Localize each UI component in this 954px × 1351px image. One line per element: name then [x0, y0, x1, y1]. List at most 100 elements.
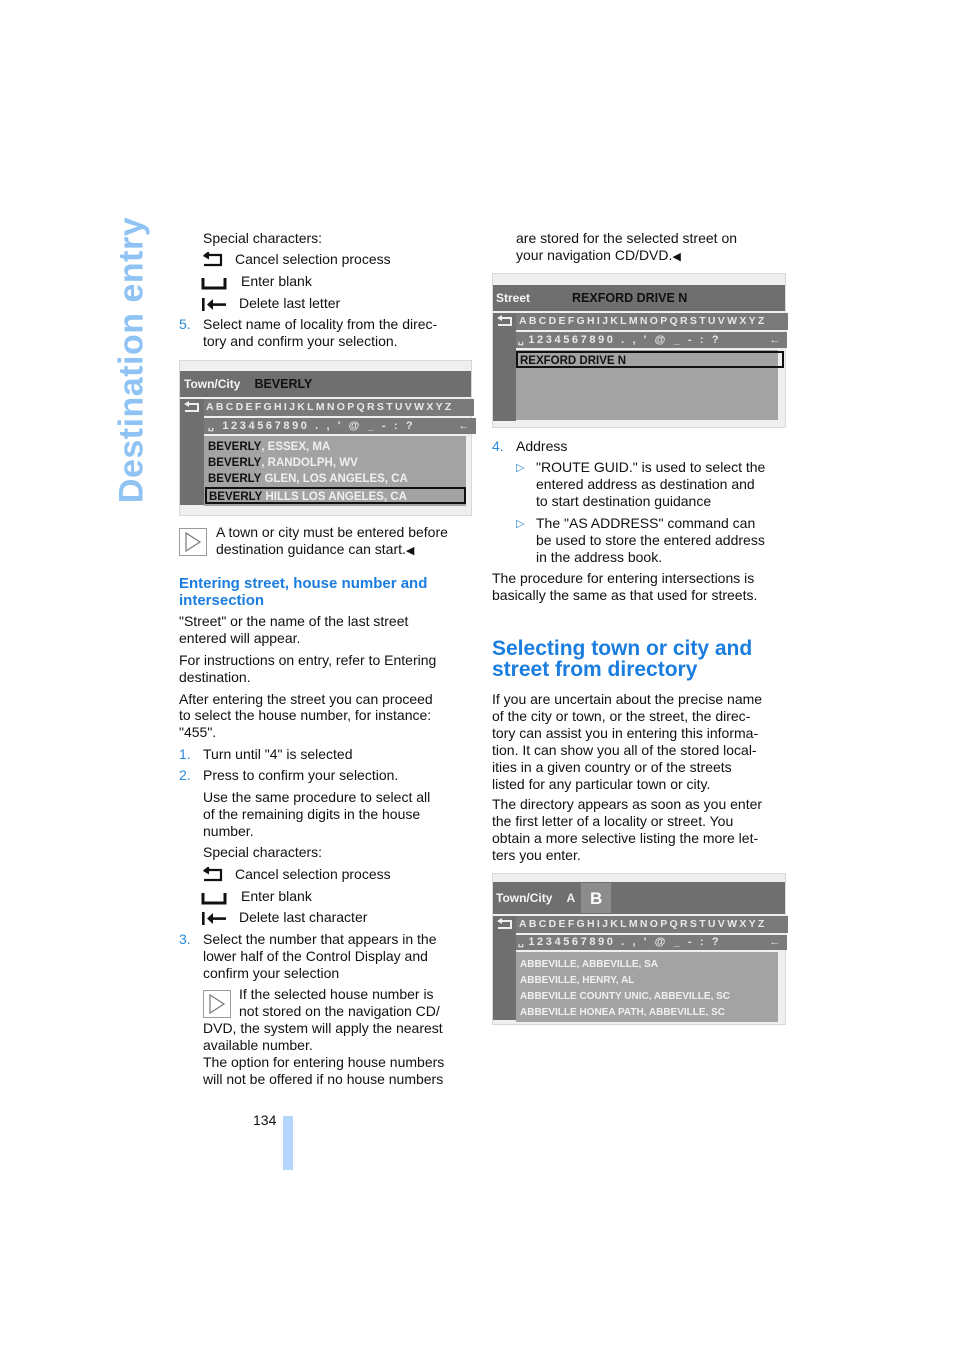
step-number: 4.: [492, 438, 504, 454]
blank-space-icon: ␣: [208, 420, 217, 431]
step-2-detail-line1: Use the same procedure to select all: [203, 789, 431, 805]
cancel-return-icon: [203, 866, 223, 881]
note-2-line3: DVD, the system will apply the nearest: [203, 1020, 443, 1036]
screen-numbers-row: ␣ 1234567890 . , ' @ _ - : ? ←: [204, 418, 476, 434]
note-2-line4: available number.: [203, 1037, 313, 1053]
text-line: listed for any particular town or city.: [492, 776, 711, 792]
delete-arrow-icon: ←: [458, 419, 472, 432]
step-2-detail-line3: number.: [203, 823, 254, 839]
special-char-delete: Delete last letter: [201, 295, 340, 312]
note-2-line6: will not be offered if no house numbers: [203, 1071, 444, 1087]
special-char-blank: Enter blank: [201, 273, 312, 290]
screen-header-label: Town/City: [184, 376, 241, 391]
intersections-line1: The procedure for entering intersections…: [492, 570, 755, 586]
special-char-label: Enter blank: [241, 888, 312, 904]
screenshot-town-city-list: Town/City BEVERLY ABCDEFGHIJKLMNOPQRSTUV…: [179, 360, 476, 516]
note-2-line1: If the selected house number is: [239, 986, 434, 1002]
list-item: ABBEVILLE, ABBEVILLE, SA: [520, 959, 658, 970]
special-char-label: Delete last character: [239, 909, 368, 925]
screen-letters-row: ABCDEFGHIJKLMNOPQRSTUVWXYZ: [204, 399, 474, 416]
delete-arrow-icon: ←: [769, 936, 783, 948]
continued-line1: are stored for the selected street on: [516, 230, 738, 246]
list-item: ABBEVILLE COUNTY UNIC, ABBEVILLE, SC: [520, 991, 731, 1002]
para-3-line2: to select the house number, for instance…: [179, 707, 432, 723]
directory-paragraph-b: The directory appears as soon as you ent…: [492, 796, 762, 864]
play-triangle-icon: [209, 994, 226, 1014]
return-icon: [497, 315, 512, 326]
blank-space-icon: ␣: [518, 334, 527, 345]
screen-header-value: REXFORD DRIVE N: [572, 290, 688, 305]
text-line: of the city or town, or the street, the …: [492, 708, 751, 724]
section-title-line2: street from directory: [492, 658, 698, 681]
special-char-label: Enter blank: [241, 273, 312, 289]
text-line: If you are uncertain about the precise n…: [492, 691, 763, 707]
para-1-line2: entered will appear.: [179, 630, 301, 646]
step-5-line1: Select name of locality from the direc-: [203, 316, 438, 332]
bullet-triangle-icon: ▷: [516, 518, 525, 530]
list-item-selected: REXFORD DRIVE N: [516, 351, 784, 368]
end-mark-icon: ◀: [672, 251, 681, 263]
list-item: BEVERLY, ESSEX, MA: [208, 441, 331, 453]
step-5-line2: tory and confirm your selection.: [203, 333, 398, 349]
chapter-title-text: Destination entry: [112, 216, 151, 503]
para-3-line1: After entering the street you can procee…: [179, 691, 433, 707]
step-2-detail-line2: of the remaining digits in the house: [203, 806, 421, 822]
screen-header-value: A: [566, 890, 576, 905]
numbers-text: 1234567890 . , ' @ _ - : ?: [528, 936, 722, 948]
text-line: obtain a more selective listing the more…: [492, 830, 759, 846]
list-item-selected: BEVERLY HILLS LOS ANGELES, CA: [205, 487, 466, 504]
para-3-line3: "455".: [179, 724, 217, 740]
note-icon: [203, 990, 231, 1018]
screen-numbers-row: ␣ 1234567890 . , ' @ _ - : ? ←: [516, 332, 787, 348]
end-mark-icon: ◀: [405, 545, 415, 557]
screen-left-panel: [180, 399, 204, 505]
step-4-text: Address: [516, 438, 568, 454]
section-heading-line1: Entering street, house number and: [179, 575, 428, 592]
para-2-line1: For instructions on entry, refer to Ente…: [179, 652, 437, 668]
screen-letters-row: ABCDEFGHIJKLMNOPQRSTUVWXYZ: [516, 916, 788, 933]
note-icon: [179, 528, 207, 556]
screen-header: Town/City BEVERLY: [180, 371, 471, 397]
bullet-2-line2: be used to store the entered address: [536, 532, 765, 548]
delete-arrow-icon: ←: [769, 333, 783, 346]
step-3-line2: lower half of the Control Display and: [203, 948, 428, 964]
list-item: BEVERLY GLEN, LOS ANGELES, CA: [208, 473, 408, 485]
screen-result-list: ABBEVILLE, ABBEVILLE, SA ABBEVILLE, HENR…: [516, 952, 778, 1022]
blank-space-icon: ␣: [518, 937, 527, 947]
text-line: tory can assist you in entering this inf…: [492, 725, 759, 741]
special-char-blank: Enter blank: [201, 888, 312, 905]
note-1-line2: destination guidance can start.◀: [216, 541, 415, 557]
screen-header: Street REXFORD DRIVE N: [493, 285, 785, 311]
bullet-1-line3: to start destination guidance: [536, 493, 712, 509]
return-icon: [497, 918, 512, 929]
screen-header-label: Street: [496, 290, 531, 305]
screen-result-list: REXFORD DRIVE N: [516, 350, 784, 420]
section-heading-line2: intersection: [179, 592, 265, 609]
text-line: ities in a given country or of the stree…: [492, 759, 732, 775]
step-number: 5.: [179, 316, 191, 332]
numbers-text: 1234567890 . , ' @ _ - : ?: [528, 333, 722, 346]
bullet-1-line1: "ROUTE GUID." is used to select the: [536, 459, 766, 475]
list-item: BEVERLY, RANDOLPH, WV: [208, 457, 358, 469]
continued-line2: your navigation CD/DVD.◀: [516, 247, 681, 263]
special-chars-label-2: Special characters:: [203, 844, 323, 860]
bullet-1-line2: entered address as destination and: [536, 476, 755, 492]
special-char-cancel: Cancel selection process: [201, 251, 391, 268]
step-number: 3.: [179, 931, 191, 947]
para-1-line1: "Street" or the name of the last street: [179, 613, 409, 629]
special-chars-label: Special characters:: [203, 230, 323, 246]
step-3-line3: confirm your selection: [203, 965, 340, 981]
list-item: ABBEVILLE, HENRY, AL: [520, 975, 635, 986]
text-line: The directory appears as soon as you ent…: [492, 796, 763, 812]
screen-result-list: BEVERLY, ESSEX, MA BEVERLY, RANDOLPH, WV…: [204, 436, 466, 506]
blank-space-icon: [201, 892, 227, 904]
screen-letters-row: ABCDEFGHIJKLMNOPQRSTUVWXYZ: [516, 313, 788, 330]
bullet-triangle-icon: ▷: [516, 462, 525, 474]
screen-header: Town/City A B: [493, 882, 785, 914]
note-2-line2: not stored on the navigation CD/: [239, 1003, 440, 1019]
step-1-text: Turn until "4" is selected: [203, 746, 353, 762]
delete-last-icon: [202, 297, 226, 311]
text-line: the first letter of a locality or street…: [492, 813, 734, 829]
step-2-text: Press to confirm your selection.: [203, 767, 399, 783]
highlighted-letter: B: [581, 883, 612, 913]
